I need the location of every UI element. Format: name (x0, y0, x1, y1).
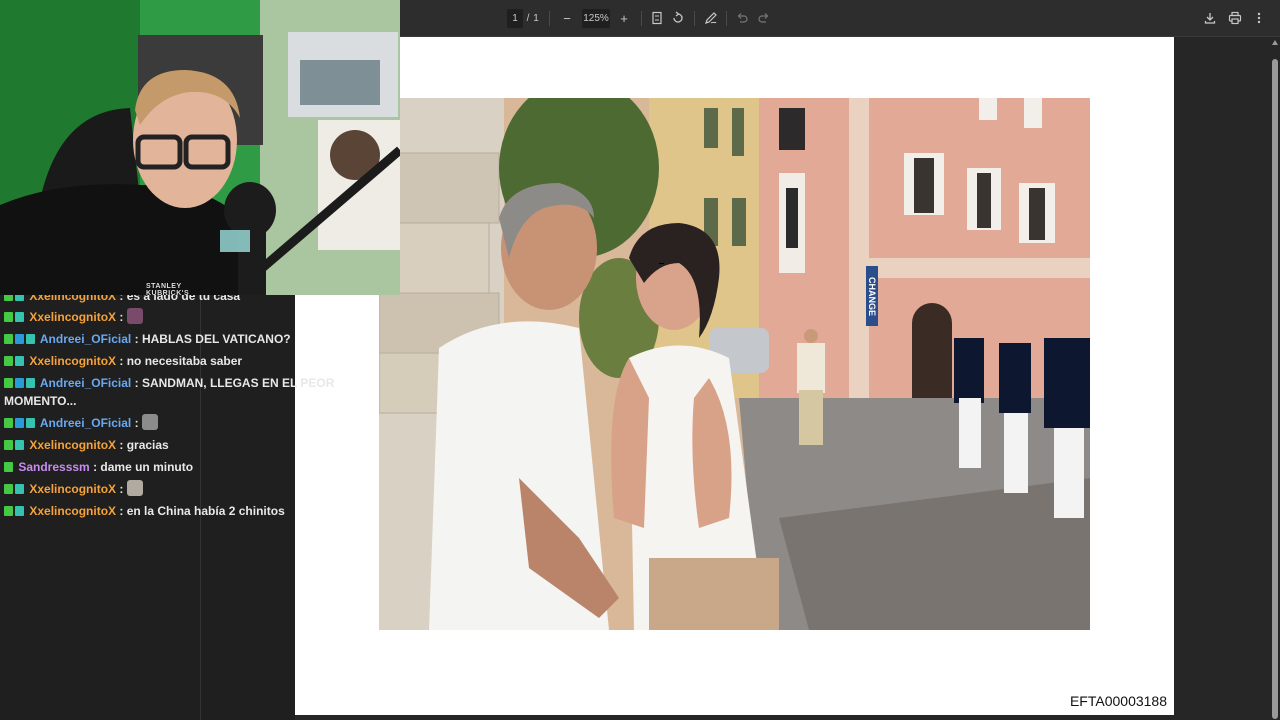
vertical-scrollbar[interactable] (1270, 37, 1280, 720)
chat-username[interactable]: Andreei_OFicial (40, 332, 131, 346)
toolbar-divider (726, 11, 727, 26)
toolbar-divider (549, 11, 550, 26)
subscriber-badge-icon (15, 440, 24, 450)
moderator-badge-icon (4, 418, 13, 428)
page-number-input[interactable]: 1 (507, 9, 523, 28)
print-icon[interactable] (1228, 11, 1242, 25)
chat-message-continuation: MOMENTO... (4, 392, 76, 410)
toolbar-divider (641, 11, 642, 26)
toolbar-divider (694, 11, 695, 26)
chat-text: : (119, 482, 124, 496)
prime-badge-icon (15, 334, 24, 344)
undo-icon[interactable] (735, 11, 749, 25)
emote-icon (126, 308, 143, 324)
prime-badge-icon (15, 418, 24, 428)
moderator-badge-icon (4, 378, 13, 388)
scroll-up-arrow-icon[interactable] (1272, 40, 1278, 45)
chat-message: XxelincognitoX : (4, 308, 143, 326)
moderator-badge-icon (4, 506, 13, 516)
moderator-badge-icon (4, 484, 13, 494)
chat-message: Sandresssm : dame un minuto (4, 458, 193, 476)
prime-badge-icon (15, 378, 24, 388)
chat-username[interactable]: XxelincognitoX (29, 310, 116, 324)
moderator-badge-icon (4, 334, 13, 344)
subscriber-badge-icon (26, 378, 35, 388)
chat-message: XxelincognitoX : (4, 480, 143, 498)
subscriber-badge-icon (15, 356, 24, 366)
chat-message: Andreei_OFicial : HABLAS DEL VATICANO? (4, 330, 291, 348)
chat-text: : dame un minuto (93, 460, 194, 474)
streamer-webcam (0, 0, 400, 295)
chat-text: : no necesitaba saber (119, 354, 243, 368)
chat-username[interactable]: Sandresssm (18, 460, 89, 474)
chat-username[interactable]: XxelincognitoX (29, 504, 116, 518)
chat-message: Andreei_OFicial : (4, 414, 158, 432)
rotate-icon[interactable] (671, 11, 685, 25)
cat-emote-icon (141, 414, 158, 430)
fit-page-icon[interactable] (650, 11, 664, 25)
chat-username[interactable]: XxelincognitoX (29, 354, 116, 368)
scrollbar-thumb[interactable] (1272, 59, 1278, 719)
chat-message: XxelincognitoX : no necesitaba saber (4, 352, 242, 370)
chat-text: : en la China había 2 chinitos (119, 504, 285, 518)
chat-text: : SANDMAN, LLEGAS EN EL PEOR (134, 376, 335, 390)
download-icon[interactable] (1203, 11, 1217, 25)
chat-message: Andreei_OFicial : SANDMAN, LLEGAS EN EL … (4, 374, 334, 392)
change-sign: CHANGE (867, 277, 877, 317)
screen: 1 / 1 − 125% + EFTA00003188 CHANGE Xxeli… (0, 0, 1280, 720)
moderator-badge-icon (4, 462, 13, 472)
subscriber-badge-icon (15, 484, 24, 494)
chat-username[interactable]: Andreei_OFicial (40, 376, 131, 390)
annotate-pen-icon[interactable] (704, 11, 718, 25)
chat-message: XxelincognitoX : gracias (4, 436, 169, 454)
chat-username[interactable]: Andreei_OFicial (40, 416, 131, 430)
subscriber-badge-icon (15, 312, 24, 322)
document-code: EFTA00003188 (1069, 693, 1167, 709)
chat-username[interactable]: XxelincognitoX (29, 438, 116, 452)
emote-icon (126, 480, 143, 496)
chat-text: : (119, 310, 124, 324)
street-scene-photo (379, 98, 1090, 630)
page-total: 1 (533, 13, 539, 24)
chat-text: MOMENTO... (4, 394, 77, 408)
document-photo: CHANGE (379, 98, 1090, 630)
redo-icon[interactable] (757, 11, 771, 25)
webcam-overlay: STANLEY KUBRICK'S (0, 0, 400, 295)
moderator-badge-icon (4, 440, 13, 450)
subscriber-badge-icon (26, 334, 35, 344)
zoom-out-button[interactable]: − (560, 9, 574, 28)
subscriber-badge-icon (15, 506, 24, 516)
more-options-icon[interactable] (1252, 11, 1266, 25)
chat-username[interactable]: XxelincognitoX (29, 482, 116, 496)
zoom-level-input[interactable]: 125% (582, 9, 610, 28)
chat-text: : (134, 416, 139, 430)
chat-message: XxelincognitoX : en la China había 2 chi… (4, 502, 285, 520)
shirt-text: STANLEY KUBRICK'S (146, 283, 190, 295)
moderator-badge-icon (4, 356, 13, 366)
moderator-badge-icon (4, 312, 13, 322)
zoom-in-button[interactable]: + (617, 9, 631, 28)
subscriber-badge-icon (26, 418, 35, 428)
chat-text: : gracias (119, 438, 169, 452)
chat-text: : HABLAS DEL VATICANO? (134, 332, 291, 346)
